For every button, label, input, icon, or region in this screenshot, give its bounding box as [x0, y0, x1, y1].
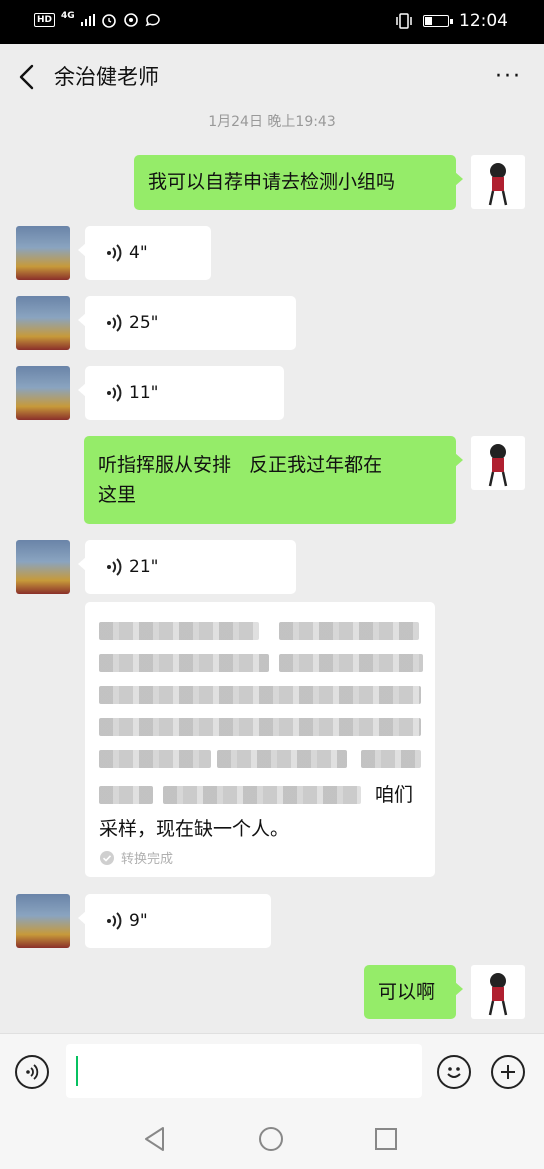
status-bar: HD 4G 12:04	[0, 0, 544, 44]
chat-notify-icon	[145, 13, 160, 27]
voice-wave-icon	[107, 558, 122, 576]
page-title: 余治健老师	[54, 65, 159, 89]
voice-duration: 11"	[129, 383, 159, 403]
nav-home-icon[interactable]	[257, 1125, 285, 1157]
signal-icon	[80, 14, 95, 26]
voice-duration: 9"	[129, 911, 148, 931]
sent-text-message[interactable]: 我可以自荐申请去检测小组吗	[134, 155, 463, 210]
blurred-text	[361, 750, 421, 768]
blurred-text	[279, 654, 423, 672]
message-text-line: 听指挥服从安排 反正我过年都在	[98, 454, 383, 476]
message-text: 我可以自荐申请去检测小组吗	[148, 171, 396, 193]
status-right: 12:04	[395, 11, 508, 31]
system-nav-bar	[0, 1113, 544, 1169]
voice-wave-icon	[107, 384, 122, 402]
voice-message[interactable]: 4"	[78, 226, 211, 280]
blurred-text	[163, 786, 361, 804]
vibrate-icon	[396, 13, 412, 29]
sent-text-message[interactable]: 听指挥服从安排 反正我过年都在 这里	[84, 436, 463, 524]
voice-wave-icon	[107, 912, 122, 930]
contact-avatar[interactable]	[16, 366, 70, 420]
text-caret	[76, 1056, 78, 1086]
nav-back-icon[interactable]	[143, 1125, 167, 1157]
plus-icon[interactable]	[491, 1055, 525, 1089]
network-indicator: 4G	[61, 11, 75, 21]
blurred-text	[99, 654, 269, 672]
blurred-text	[279, 622, 419, 640]
voice-message[interactable]: 21"	[78, 540, 296, 594]
transcript-status-text: 转换完成	[121, 852, 174, 867]
contact-avatar[interactable]	[16, 296, 70, 350]
contact-avatar[interactable]	[16, 226, 70, 280]
alarm-icon	[101, 14, 116, 28]
battery-icon	[423, 15, 453, 27]
my-avatar[interactable]	[471, 436, 525, 490]
blurred-text	[99, 622, 259, 640]
voice-message[interactable]: 11"	[78, 366, 284, 420]
blurred-text	[217, 750, 347, 768]
voice-message[interactable]: 25"	[78, 296, 296, 350]
transcript-status: 转换完成	[99, 848, 173, 867]
my-avatar[interactable]	[471, 965, 525, 1019]
message-text-line: 这里	[98, 484, 137, 506]
voice-wave-icon	[107, 244, 122, 262]
chevron-left-icon[interactable]	[14, 62, 42, 92]
chat-header: 余治健老师 ···	[0, 44, 544, 110]
blurred-text	[99, 686, 421, 704]
contact-avatar[interactable]	[16, 894, 70, 948]
voice-duration: 21"	[129, 557, 159, 577]
sync-icon	[123, 13, 138, 27]
my-avatar[interactable]	[471, 155, 525, 209]
sent-text-message[interactable]: 可以啊	[364, 965, 463, 1019]
voice-duration: 4"	[129, 243, 148, 263]
status-left: HD 4G	[34, 11, 161, 28]
transcript-text: 采样，现在缺一个人。	[99, 818, 290, 840]
voice-duration: 25"	[129, 313, 159, 333]
transcript-text: 咱们	[375, 784, 414, 806]
blurred-text	[99, 786, 153, 804]
voice-mode-icon[interactable]	[15, 1055, 49, 1089]
message-text: 可以啊	[378, 981, 436, 1003]
check-circle-icon	[100, 850, 114, 865]
message-timestamp: 1月24日 晚上19:43	[208, 114, 336, 130]
voice-wave-icon	[107, 314, 122, 332]
nav-recents-icon[interactable]	[373, 1125, 399, 1157]
voice-message[interactable]: 9"	[78, 894, 271, 948]
blurred-text	[99, 718, 421, 736]
more-options-icon[interactable]: ···	[495, 64, 522, 90]
voice-transcript[interactable]: 咱们 采样，现在缺一个人。 转换完成	[85, 602, 435, 877]
hd-indicator: HD	[34, 13, 56, 27]
clock: 12:04	[459, 11, 508, 31]
contact-avatar[interactable]	[16, 540, 70, 594]
emoji-icon[interactable]	[437, 1055, 471, 1089]
message-input[interactable]	[66, 1044, 422, 1098]
chat-input-bar	[0, 1033, 544, 1114]
blurred-text	[99, 750, 211, 768]
